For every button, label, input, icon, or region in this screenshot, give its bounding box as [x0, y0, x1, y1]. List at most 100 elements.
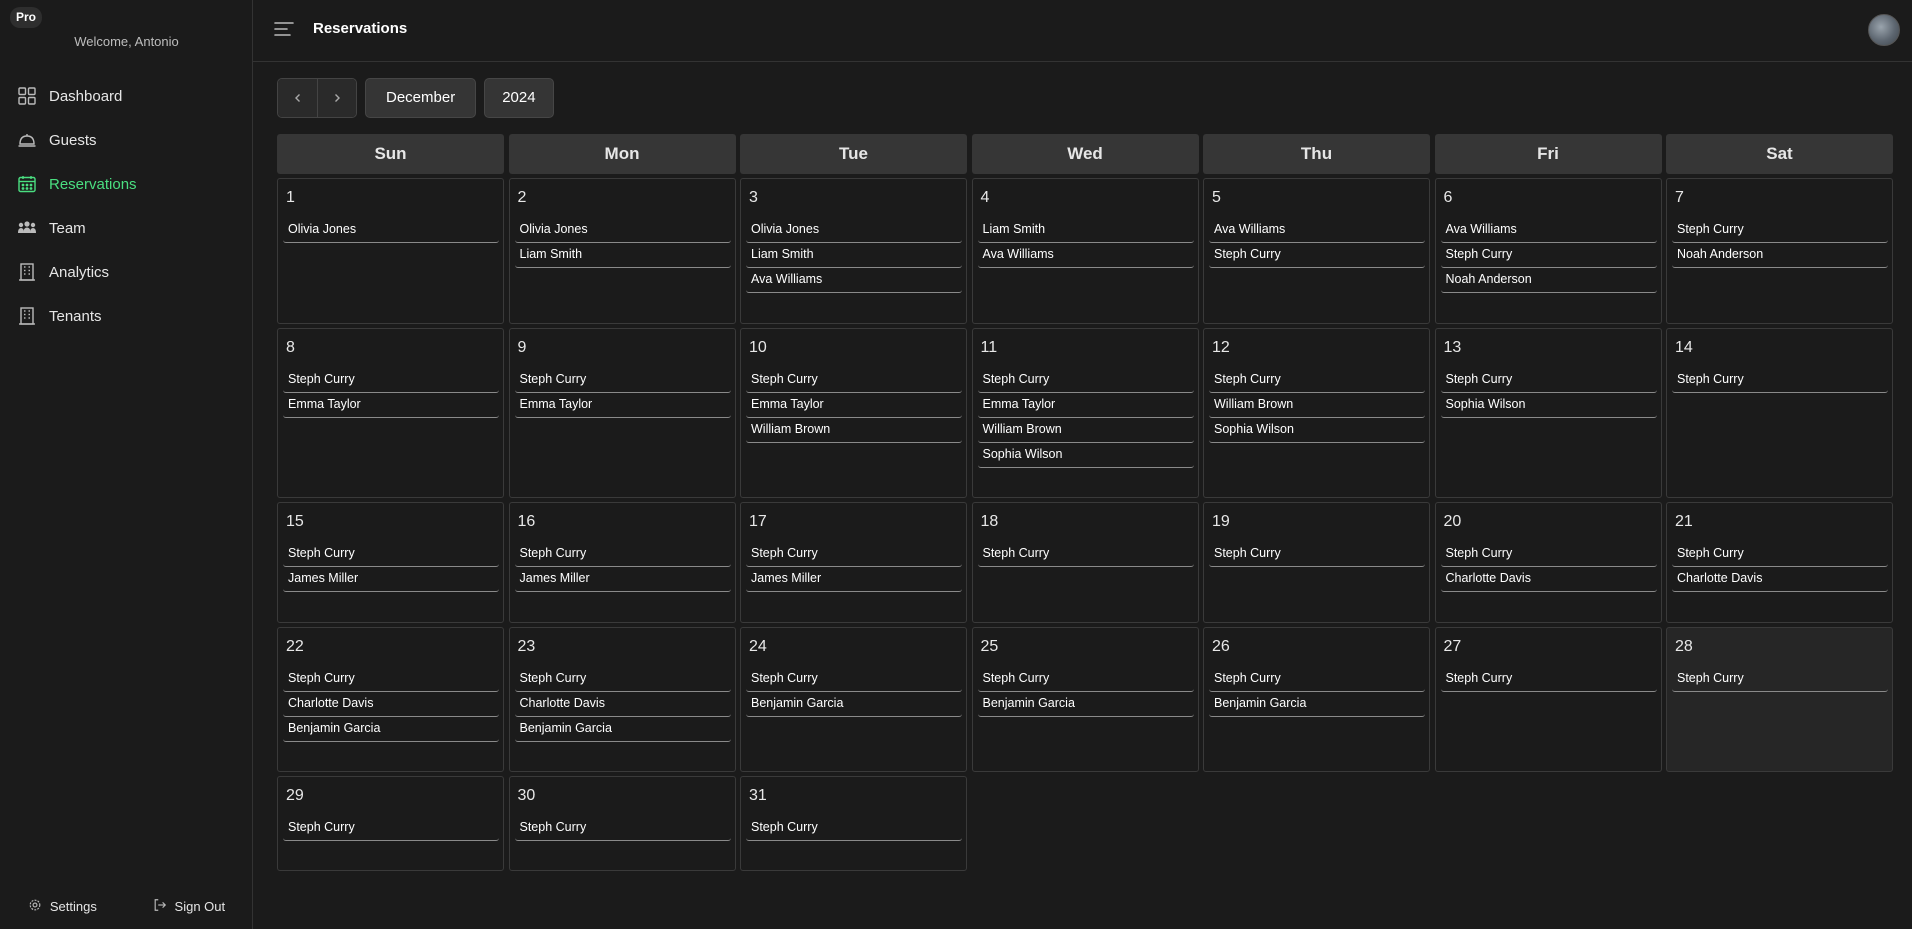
reservation-item[interactable]: Charlotte Davis [283, 692, 499, 717]
reservation-item[interactable]: Steph Curry [283, 667, 499, 692]
next-month-button[interactable] [317, 79, 356, 117]
calendar-day-cell[interactable]: 2 Olivia Jones Liam Smith [508, 178, 736, 324]
reservation-item[interactable]: Charlotte Davis [1440, 567, 1657, 592]
reservation-item[interactable]: Ava Williams [1209, 218, 1425, 243]
reservation-item[interactable]: Benjamin Garcia [746, 692, 962, 717]
calendar-day-cell[interactable]: 11 Steph Curry Emma Taylor William Brown Sop… [971, 328, 1199, 498]
reservation-item[interactable]: Benjamin Garcia [283, 717, 499, 742]
reservation-item[interactable]: Steph Curry [746, 667, 962, 692]
reservation-item[interactable]: Steph Curry [746, 368, 962, 393]
reservation-item[interactable]: William Brown [1209, 393, 1425, 418]
reservation-item[interactable]: Steph Curry [977, 542, 1194, 567]
reservation-item[interactable]: Steph Curry [1672, 218, 1888, 243]
reservation-item[interactable]: Charlotte Davis [1672, 567, 1888, 592]
reservation-item[interactable]: Steph Curry [1672, 368, 1888, 393]
reservation-item[interactable]: Olivia Jones [283, 218, 499, 243]
reservation-item[interactable]: Steph Curry [1209, 243, 1425, 268]
calendar-day-cell[interactable]: 31 Steph Curry [740, 776, 967, 871]
sidebar-item-reservations[interactable]: Reservations [0, 162, 253, 206]
reservation-item[interactable]: William Brown [746, 418, 962, 443]
reservation-item[interactable]: Liam Smith [514, 243, 731, 268]
reservation-item[interactable]: Liam Smith [746, 243, 962, 268]
year-selector[interactable]: 2024 [484, 78, 554, 118]
calendar-day-cell[interactable]: 26 Steph Curry Benjamin Garcia [1203, 627, 1430, 772]
reservation-item[interactable]: Emma Taylor [977, 393, 1194, 418]
reservation-item[interactable]: Benjamin Garcia [1209, 692, 1425, 717]
reservation-item[interactable]: Steph Curry [283, 816, 499, 841]
reservation-item[interactable]: Olivia Jones [514, 218, 731, 243]
reservation-item[interactable]: Ava Williams [746, 268, 962, 293]
calendar-day-cell[interactable]: 30 Steph Curry [508, 776, 736, 871]
calendar-day-cell[interactable]: 13 Steph Curry Sophia Wilson [1434, 328, 1662, 498]
reservation-item[interactable]: Benjamin Garcia [514, 717, 731, 742]
calendar-day-cell[interactable]: 18 Steph Curry [971, 502, 1199, 623]
menu-toggle-button[interactable] [273, 19, 295, 39]
settings-button[interactable]: Settings [28, 898, 97, 915]
reservation-item[interactable]: Steph Curry [1440, 368, 1657, 393]
month-selector[interactable]: December [365, 78, 477, 118]
calendar-day-cell[interactable]: 7 Steph Curry Noah Anderson [1666, 178, 1893, 324]
previous-month-button[interactable] [278, 79, 317, 117]
reservation-item[interactable]: Steph Curry [514, 368, 731, 393]
sidebar-item-analytics[interactable]: Analytics [0, 250, 253, 294]
calendar-day-cell[interactable]: 3 Olivia Jones Liam Smith Ava Williams [740, 178, 967, 324]
calendar-day-cell[interactable]: 29 Steph Curry [277, 776, 504, 871]
reservation-item[interactable]: Steph Curry [1209, 542, 1425, 567]
calendar-day-cell[interactable]: 28 Steph Curry [1666, 627, 1893, 772]
reservation-item[interactable]: James Miller [283, 567, 499, 592]
reservation-item[interactable]: Sophia Wilson [977, 443, 1194, 468]
reservation-item[interactable]: Olivia Jones [746, 218, 962, 243]
calendar-day-cell[interactable]: 17 Steph Curry James Miller [740, 502, 967, 623]
calendar-day-cell[interactable]: 21 Steph Curry Charlotte Davis [1666, 502, 1893, 623]
calendar-day-cell[interactable]: 24 Steph Curry Benjamin Garcia [740, 627, 967, 772]
reservation-item[interactable]: Steph Curry [283, 542, 499, 567]
calendar-day-cell[interactable]: 27 Steph Curry [1434, 627, 1662, 772]
reservation-item[interactable]: Steph Curry [1672, 542, 1888, 567]
sidebar-item-guests[interactable]: Guests [0, 118, 253, 162]
calendar-day-cell[interactable]: 14 Steph Curry [1666, 328, 1893, 498]
reservation-item[interactable]: Steph Curry [1440, 243, 1657, 268]
reservation-item[interactable]: Steph Curry [1209, 667, 1425, 692]
calendar-day-cell[interactable]: 9 Steph Curry Emma Taylor [508, 328, 736, 498]
sidebar-item-dashboard[interactable]: Dashboard [0, 74, 253, 118]
reservation-item[interactable]: Steph Curry [1440, 542, 1657, 567]
reservation-item[interactable]: Ava Williams [1440, 218, 1657, 243]
reservation-item[interactable]: Ava Williams [977, 243, 1194, 268]
reservation-item[interactable]: William Brown [977, 418, 1194, 443]
sidebar-item-tenants[interactable]: Tenants [0, 294, 253, 338]
reservation-item[interactable]: Steph Curry [514, 542, 731, 567]
calendar-day-cell[interactable]: 5 Ava Williams Steph Curry [1203, 178, 1430, 324]
calendar-day-cell[interactable]: 19 Steph Curry [1203, 502, 1430, 623]
reservation-item[interactable]: Steph Curry [283, 368, 499, 393]
calendar-day-cell[interactable]: 1 Olivia Jones [277, 178, 504, 324]
sidebar-item-team[interactable]: Team [0, 206, 253, 250]
reservation-item[interactable]: Steph Curry [1440, 667, 1657, 692]
reservation-item[interactable]: Steph Curry [514, 816, 731, 841]
reservation-item[interactable]: Noah Anderson [1672, 243, 1888, 268]
calendar-day-cell[interactable]: 16 Steph Curry James Miller [508, 502, 736, 623]
reservation-item[interactable]: James Miller [514, 567, 731, 592]
reservation-item[interactable]: Charlotte Davis [514, 692, 731, 717]
reservation-item[interactable]: James Miller [746, 567, 962, 592]
calendar-day-cell[interactable]: 15 Steph Curry James Miller [277, 502, 504, 623]
reservation-item[interactable]: Steph Curry [977, 667, 1194, 692]
reservation-item[interactable]: Steph Curry [746, 816, 962, 841]
reservation-item[interactable]: Steph Curry [514, 667, 731, 692]
calendar-day-cell[interactable]: 4 Liam Smith Ava Williams [971, 178, 1199, 324]
sign-out-button[interactable]: Sign Out [153, 898, 225, 915]
reservation-item[interactable]: Sophia Wilson [1209, 418, 1425, 443]
reservation-item[interactable]: Liam Smith [977, 218, 1194, 243]
calendar-day-cell[interactable]: 8 Steph Curry Emma Taylor [277, 328, 504, 498]
reservation-item[interactable]: Steph Curry [977, 368, 1194, 393]
reservation-item[interactable]: Emma Taylor [746, 393, 962, 418]
calendar-day-cell[interactable]: 6 Ava Williams Steph Curry Noah Anderson [1434, 178, 1662, 324]
calendar-day-cell[interactable]: 20 Steph Curry Charlotte Davis [1434, 502, 1662, 623]
calendar-day-cell[interactable]: 22 Steph Curry Charlotte Davis Benjamin Gar… [277, 627, 504, 772]
user-avatar[interactable] [1868, 14, 1900, 46]
reservation-item[interactable]: Emma Taylor [514, 393, 731, 418]
reservation-item[interactable]: Emma Taylor [283, 393, 499, 418]
calendar-day-cell[interactable]: 10 Steph Curry Emma Taylor William Brown [740, 328, 967, 498]
calendar-day-cell[interactable]: 12 Steph Curry William Brown Sophia Wilson [1203, 328, 1430, 498]
reservation-item[interactable]: Steph Curry [1672, 667, 1888, 692]
calendar-day-cell[interactable]: 25 Steph Curry Benjamin Garcia [971, 627, 1199, 772]
